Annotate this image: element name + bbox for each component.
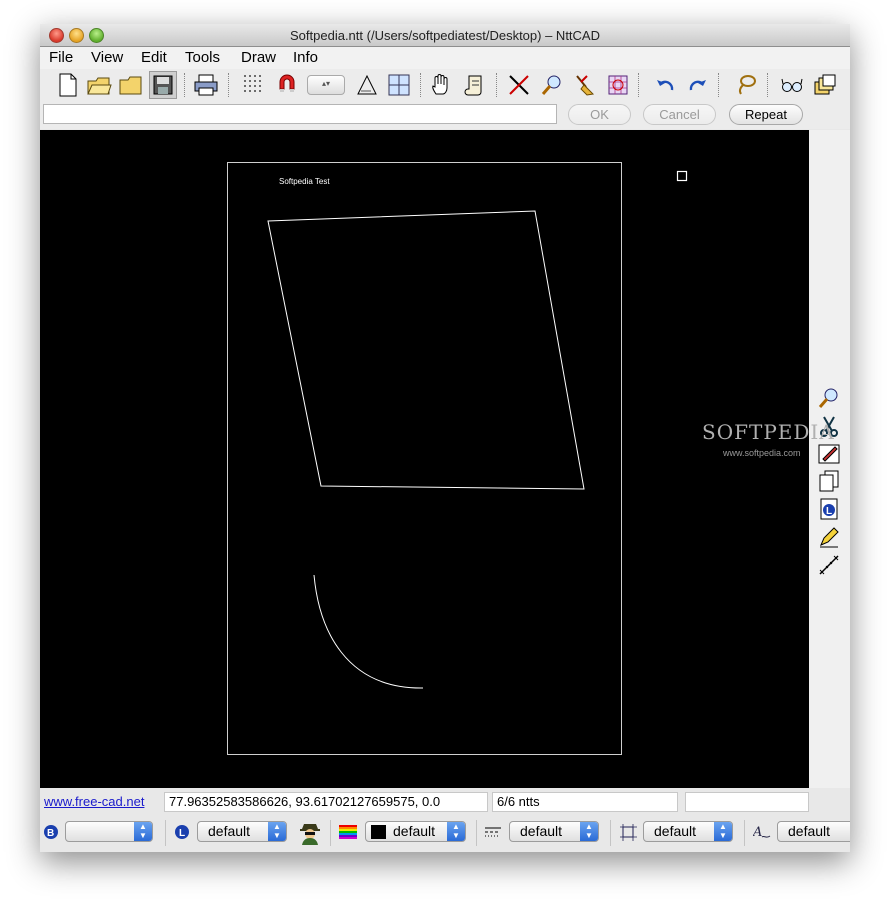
glasses-icon[interactable] bbox=[778, 71, 806, 99]
drawing-canvas[interactable]: Softpedia Test bbox=[40, 130, 809, 788]
cancel-button[interactable]: Cancel bbox=[643, 104, 716, 125]
property-bar: B ▲ ▼ L default ▲ ▼ default ▲ ▼ default ▲ ▼ … bbox=[40, 816, 850, 850]
layer-l-icon: L bbox=[172, 822, 192, 842]
window-title: Softpedia.ntt (/Users/softpediatest/Desk… bbox=[290, 28, 600, 43]
trim-icon[interactable] bbox=[505, 71, 533, 99]
color-swatch bbox=[371, 825, 386, 839]
grid-icon[interactable] bbox=[240, 71, 268, 99]
layer-l-icon[interactable]: L bbox=[817, 497, 841, 521]
pencil-icon[interactable] bbox=[817, 525, 841, 549]
scroll-icon[interactable] bbox=[461, 71, 489, 99]
save-icon[interactable] bbox=[149, 71, 177, 99]
print-icon[interactable] bbox=[192, 71, 220, 99]
undo-icon[interactable] bbox=[652, 71, 680, 99]
layers-icon[interactable] bbox=[811, 71, 839, 99]
redo-icon[interactable] bbox=[683, 71, 711, 99]
status-bar: www.free-cad.net 77.96352583586626, 93.6… bbox=[40, 790, 850, 814]
entity-count: 6/6 ntts bbox=[492, 792, 678, 812]
folder-icon[interactable] bbox=[117, 71, 145, 99]
copy-pages-icon[interactable] bbox=[817, 469, 841, 493]
main-toolbar: ▴▾ bbox=[40, 69, 850, 101]
right-toolbar: L bbox=[809, 130, 850, 788]
svg-text:B: B bbox=[47, 828, 54, 839]
magnify-icon[interactable] bbox=[538, 71, 566, 99]
cursor-pickbox bbox=[676, 170, 688, 182]
quadrilateral-entity[interactable] bbox=[267, 210, 585, 490]
menu-edit[interactable]: Edit bbox=[141, 49, 167, 66]
menu-file[interactable]: File bbox=[49, 49, 73, 66]
drawing-svg: Softpedia Test bbox=[227, 162, 688, 755]
block-b-icon: B bbox=[41, 822, 61, 842]
menu-draw[interactable]: Draw bbox=[241, 49, 276, 66]
open-folder-icon[interactable] bbox=[85, 71, 113, 99]
lasso-icon[interactable] bbox=[732, 71, 760, 99]
color-rainbow-icon bbox=[338, 822, 358, 842]
block-select-arrow[interactable]: ▲ ▼ bbox=[134, 822, 152, 841]
repeat-button[interactable]: Repeat bbox=[729, 104, 803, 125]
watermark-url: www.softpedia.com bbox=[723, 448, 801, 458]
textstyle-select[interactable]: default bbox=[777, 821, 850, 842]
set-square-icon[interactable] bbox=[353, 71, 381, 99]
text-style-icon: A bbox=[752, 822, 772, 842]
new-file-icon[interactable] bbox=[54, 71, 82, 99]
app-window: Softpedia.ntt (/Users/softpediatest/Desk… bbox=[40, 24, 850, 852]
broom-icon[interactable] bbox=[571, 71, 599, 99]
spy-agent-icon[interactable] bbox=[297, 820, 323, 846]
snap-spinner-icon[interactable]: ▴▾ bbox=[306, 71, 346, 99]
command-row: OK Cancel Repeat bbox=[40, 101, 850, 129]
menu-bar: File View Edit Tools Draw Info bbox=[40, 47, 850, 69]
paper-border bbox=[227, 162, 622, 755]
zoom-icon[interactable] bbox=[817, 386, 841, 410]
dimstyle-select-arrow[interactable]: ▲ ▼ bbox=[714, 822, 732, 841]
menu-info[interactable]: Info bbox=[293, 49, 318, 66]
linetype-icon bbox=[483, 822, 503, 842]
magnet-snap-icon[interactable] bbox=[273, 71, 301, 99]
text-entity[interactable]: Softpedia Test bbox=[279, 177, 330, 186]
command-input[interactable] bbox=[43, 104, 557, 124]
selection-grid-icon[interactable] bbox=[604, 71, 632, 99]
linetype-select-arrow[interactable]: ▲ ▼ bbox=[580, 822, 598, 841]
ok-button[interactable]: OK bbox=[568, 104, 631, 125]
coordinates-readout: 77.96352583586626, 93.61702127659575, 0.… bbox=[164, 792, 488, 812]
menu-view[interactable]: View bbox=[91, 49, 123, 66]
watermark-brand: SOFTPEDIA bbox=[702, 420, 835, 444]
title-bar: Softpedia.ntt (/Users/softpediatest/Desk… bbox=[40, 24, 850, 47]
menu-tools[interactable]: Tools bbox=[185, 49, 220, 66]
website-link[interactable]: www.free-cad.net bbox=[44, 794, 144, 809]
pan-hand-icon[interactable] bbox=[427, 71, 455, 99]
status-extra-field bbox=[685, 792, 809, 812]
arc-entity[interactable] bbox=[313, 574, 424, 689]
dimension-style-icon bbox=[618, 822, 638, 842]
crosshair-icon[interactable] bbox=[385, 71, 413, 99]
svg-text:L: L bbox=[826, 506, 832, 517]
measure-icon[interactable] bbox=[817, 553, 841, 577]
layer-select-arrow[interactable]: ▲ ▼ bbox=[268, 822, 286, 841]
svg-text:L: L bbox=[179, 828, 185, 839]
color-select-arrow[interactable]: ▲ ▼ bbox=[447, 822, 465, 841]
edit-pen-icon[interactable] bbox=[817, 441, 841, 465]
svg-text:A: A bbox=[753, 825, 762, 840]
